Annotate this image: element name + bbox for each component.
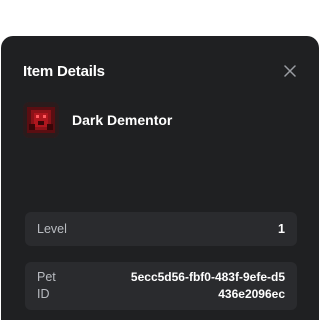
modal-title: Item Details: [23, 62, 105, 80]
level-value: 1: [278, 221, 285, 236]
pet-row: Dark Dementor: [23, 102, 172, 138]
item-details-modal: Item Details Dark Dementor Level 1 Pet I…: [1, 36, 319, 320]
pet-thumbnail: [23, 102, 59, 138]
modal-header: Item Details: [23, 60, 297, 82]
pet-id-value: 5ecc5d56-fbf0-483f-9efe-d5436e2096ec: [130, 270, 285, 301]
pet-id-label: Pet ID: [37, 270, 56, 301]
pet-name: Dark Dementor: [72, 112, 173, 128]
close-icon[interactable]: [283, 64, 297, 78]
level-label: Level: [37, 221, 67, 236]
pet-id-card: Pet ID 5ecc5d56-fbf0-483f-9efe-d5436e209…: [25, 262, 297, 310]
level-card: Level 1: [25, 212, 297, 246]
